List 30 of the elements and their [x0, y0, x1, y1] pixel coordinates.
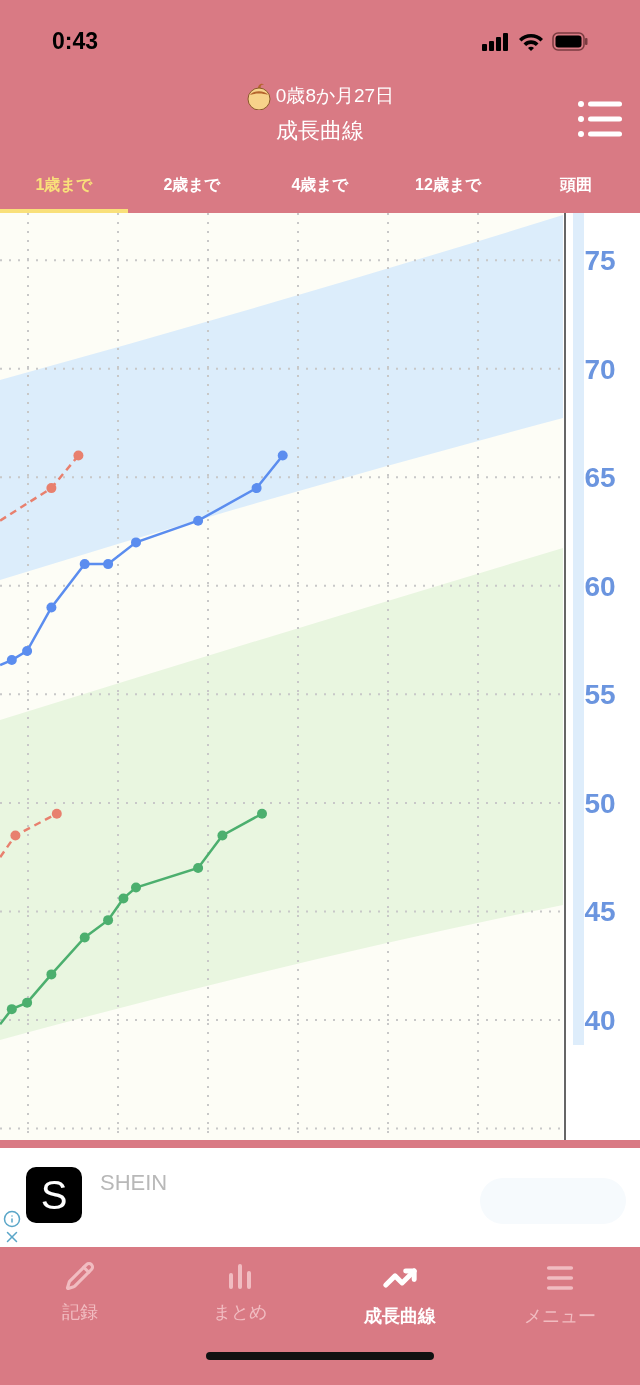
page-title: 成長曲線	[276, 117, 364, 146]
dashed-trend-line	[0, 808, 62, 858]
list-menu-button[interactable]	[578, 101, 622, 137]
axis-label: 50	[584, 787, 616, 819]
nav-tab[interactable]: メニュー	[480, 1261, 640, 1330]
signal-icon	[482, 32, 510, 51]
baby-icon	[245, 82, 272, 110]
axis-label: 45	[584, 896, 616, 928]
range-tab[interactable]: 2歳まで	[128, 160, 256, 213]
baby-age: 0歳8か月27日	[275, 83, 395, 108]
app-logo: S	[26, 1166, 82, 1223]
nav-tab[interactable]: 成長曲線	[320, 1261, 480, 1330]
nav-tab[interactable]: 記録	[0, 1261, 160, 1330]
list-icon	[578, 101, 622, 137]
battery-icon	[552, 32, 588, 51]
nav-tab[interactable]: まとめ	[160, 1261, 320, 1330]
ad-title: SHEIN	[100, 1169, 168, 1197]
range-tab[interactable]: 12歳まで	[384, 160, 512, 213]
wifi-icon	[518, 32, 544, 51]
axis-label: 55	[584, 679, 616, 711]
status-time: 0:43	[52, 27, 99, 57]
axis-label: 75	[584, 245, 616, 277]
pencil-icon	[65, 1261, 95, 1291]
axis-label: 70	[584, 353, 616, 385]
range-tab[interactable]: 頭囲	[512, 160, 640, 213]
axis-label: 60	[584, 570, 616, 602]
info-icon[interactable]	[3, 1210, 21, 1228]
axis-label: 40	[584, 1005, 616, 1036]
axis-label: 65	[584, 462, 616, 494]
range-tab[interactable]: 4歳まで	[256, 160, 384, 213]
